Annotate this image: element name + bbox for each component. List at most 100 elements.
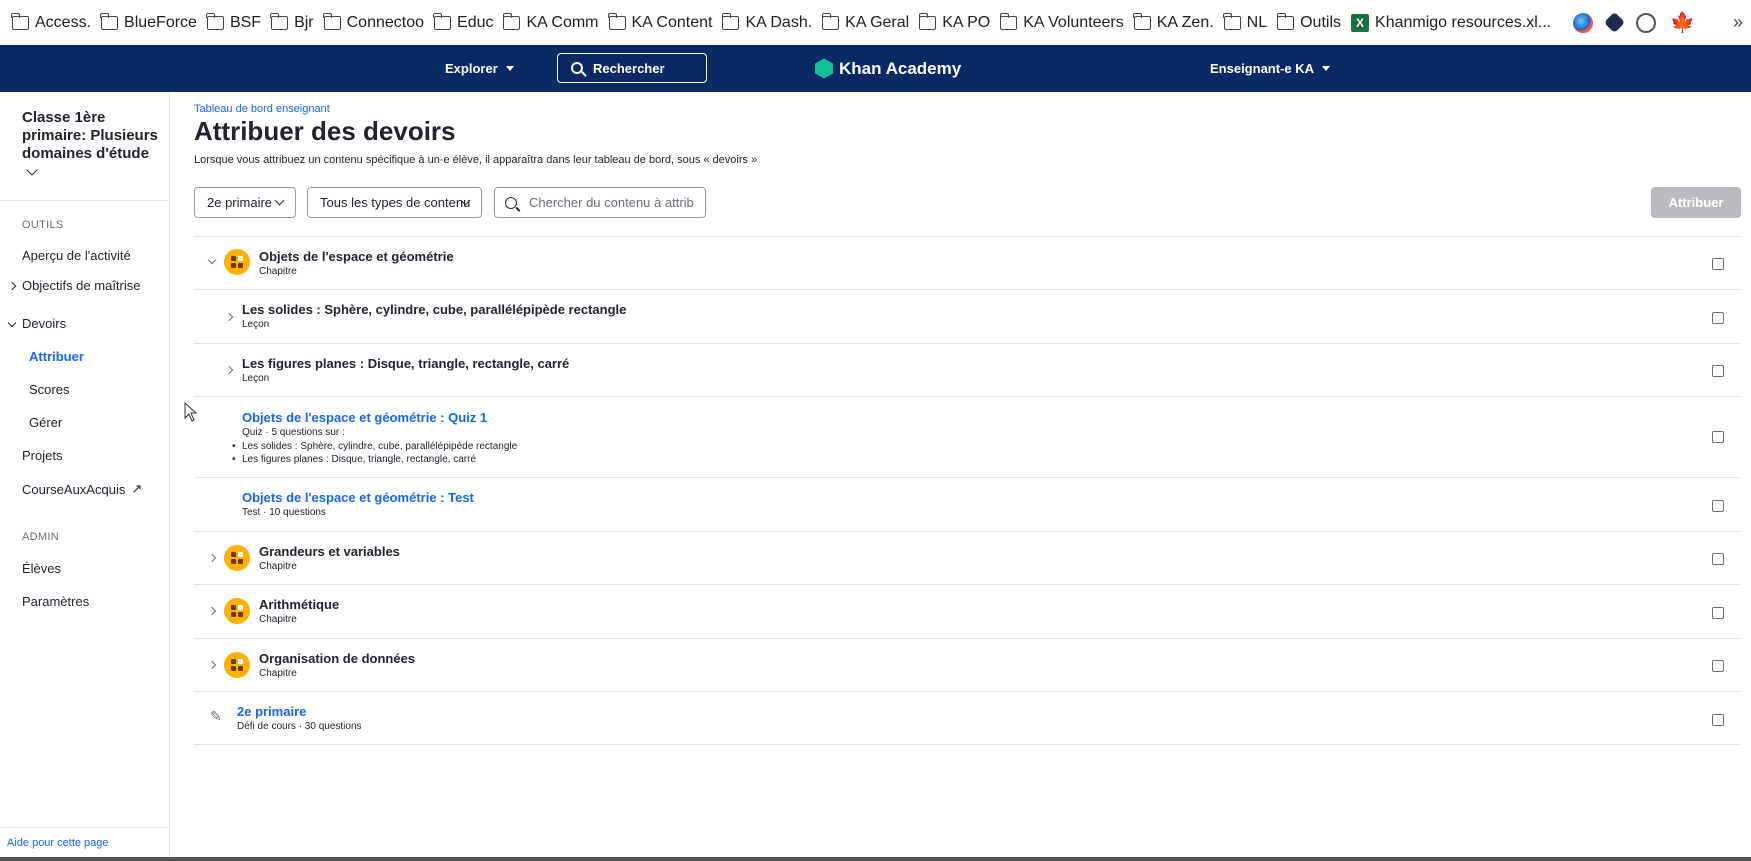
list-item[interactable]: Arithmétique Chapitre: [194, 584, 1741, 638]
quiz-topic: Les solides : Sphère, cylindre, cube, pa…: [232, 440, 517, 453]
content-search-input[interactable]: [529, 195, 699, 210]
row-checkbox[interactable]: [1712, 365, 1724, 377]
row-subtitle: Chapitre: [259, 561, 297, 572]
bookmark-label: BlueForce: [124, 13, 197, 31]
divider: [0, 200, 170, 201]
row-checkbox[interactable]: [1712, 660, 1724, 672]
sidebar-item-settings[interactable]: Paramètres: [22, 594, 89, 609]
nav-search-button[interactable]: Rechercher: [557, 53, 707, 83]
row-title: Grandeurs et variables: [259, 544, 400, 559]
excel-icon: X: [1351, 13, 1370, 32]
bookmark-folder[interactable]: KA Zen.: [1133, 12, 1214, 32]
bookmark-folder[interactable]: Access.: [11, 12, 91, 32]
row-checkbox[interactable]: [1712, 714, 1724, 726]
bookmarks-bar: Access. BlueForce BSF Bjr Connectoo Educ…: [0, 0, 1751, 45]
chapter-icon: [224, 545, 250, 571]
test-link[interactable]: Objets de l'espace et géométrie : Test: [242, 490, 474, 505]
bookmark-folder[interactable]: KA PO: [918, 12, 990, 32]
chevron-right-icon[interactable]: [224, 365, 234, 375]
sidebar-item-assignments[interactable]: Devoirs: [22, 316, 66, 331]
more-bookmarks-icon[interactable]: »: [1733, 12, 1743, 33]
class-selector[interactable]: Classe 1ère primaire: Plusieurs domaines…: [22, 109, 162, 176]
khan-academy-logo[interactable]: Khan Academy: [815, 45, 961, 92]
sidebar-item-assign[interactable]: Attribuer: [29, 349, 84, 364]
bookmark-folder[interactable]: KA Volunteers: [999, 12, 1124, 32]
bookmark-folder[interactable]: Outils: [1276, 12, 1342, 32]
bookmark-folder[interactable]: Bjr: [270, 12, 314, 32]
bookmark-folder[interactable]: NL: [1223, 12, 1268, 32]
list-item[interactable]: Les figures planes : Disque, triangle, r…: [194, 343, 1741, 396]
chevron-right-icon[interactable]: [7, 281, 17, 291]
course-challenge-link[interactable]: 2e primaire: [237, 704, 306, 719]
bookmark-folder[interactable]: KA Dash.: [721, 12, 813, 32]
list-item[interactable]: Objets de l'espace et géométrie : Quiz 1…: [194, 396, 1741, 477]
bookmark-label: Outils: [1300, 13, 1342, 31]
content-type-value: Tous les types de contenu: [320, 195, 471, 210]
row-subtitle: Chapitre: [259, 668, 297, 679]
row-checkbox[interactable]: [1712, 258, 1724, 270]
chevron-right-icon[interactable]: [224, 312, 234, 322]
maple-leaf-icon[interactable]: 🍁: [1670, 13, 1695, 33]
user-menu[interactable]: Enseignant-e KA: [1210, 45, 1331, 92]
sidebar-item-projects[interactable]: Projets: [22, 448, 62, 463]
bookmark-label: NL: [1246, 13, 1268, 31]
globe-icon[interactable]: [1636, 12, 1657, 33]
bookmark-folder[interactable]: BSF: [206, 12, 261, 32]
list-item[interactable]: Grandeurs et variables Chapitre: [194, 531, 1741, 584]
bookmark-folder[interactable]: KA Geral: [821, 12, 909, 32]
row-checkbox[interactable]: [1712, 312, 1724, 324]
chevron-right-icon[interactable]: [207, 660, 217, 670]
bookmark-folder[interactable]: KA Content: [607, 12, 712, 32]
row-checkbox[interactable]: [1712, 431, 1724, 443]
breadcrumb[interactable]: Tableau de bord enseignant: [194, 103, 330, 115]
folder-icon: [607, 12, 626, 30]
assign-button[interactable]: Attribuer: [1651, 187, 1741, 218]
chevron-down-icon[interactable]: [7, 318, 17, 328]
sidebar-item-course-challenge[interactable]: CourseAuxAcquis ↗: [22, 481, 142, 497]
grade-select-value: 2e primaire: [207, 195, 273, 210]
help-link[interactable]: Aide pour cette page: [7, 837, 109, 849]
list-item[interactable]: ✎ 2e primaire Défi de cours · 30 questio…: [194, 691, 1741, 745]
content-search-field[interactable]: [494, 187, 706, 218]
bookmark-label: KA Dash.: [745, 13, 813, 31]
admin-heading: ADMIN: [22, 531, 59, 543]
row-checkbox[interactable]: [1712, 607, 1724, 619]
sidebar-item-scores[interactable]: Scores: [29, 382, 69, 397]
row-title: Les solides : Sphère, cylindre, cube, pa…: [242, 302, 627, 317]
page-subtitle: Lorsque vous attribuez un contenu spécif…: [194, 154, 758, 166]
chevron-down-icon[interactable]: [207, 255, 217, 265]
chevron-right-icon[interactable]: [207, 606, 217, 616]
chevron-right-icon[interactable]: [207, 553, 217, 563]
list-item[interactable]: Objets de l'espace et géométrie : Test T…: [194, 477, 1741, 531]
content-type-select[interactable]: Tous les types de contenu: [307, 187, 482, 218]
row-checkbox[interactable]: [1712, 553, 1724, 565]
row-title: Objets de l'espace et géométrie: [259, 249, 454, 264]
bookmark-folder[interactable]: Educ: [433, 12, 493, 32]
search-icon: [505, 196, 517, 209]
divider: [0, 827, 170, 828]
course-challenge-label: CourseAuxAcquis: [22, 481, 126, 497]
ball-extension-icon[interactable]: [1573, 12, 1594, 33]
diamond-extension-icon[interactable]: [1603, 11, 1626, 34]
sidebar-item-students[interactable]: Élèves: [22, 561, 61, 576]
bookmark-label: Khanmigo resources.xl...: [1375, 13, 1552, 31]
sidebar-item-activity[interactable]: Aperçu de l'activité: [22, 248, 131, 263]
folder-icon: [1276, 12, 1295, 30]
list-item[interactable]: Les solides : Sphère, cylindre, cube, pa…: [194, 289, 1741, 343]
sidebar: Classe 1ère primaire: Plusieurs domaines…: [0, 92, 170, 857]
bookmark-folder[interactable]: KA Comm: [502, 12, 599, 32]
caret-down-icon: [505, 66, 514, 71]
grade-select[interactable]: 2e primaire: [194, 187, 296, 218]
explore-menu[interactable]: Explorer: [445, 45, 514, 92]
list-item[interactable]: Objets de l'espace et géométrie Chapitre: [194, 236, 1741, 289]
quiz-link[interactable]: Objets de l'espace et géométrie : Quiz 1: [242, 410, 487, 425]
sidebar-item-manage[interactable]: Gérer: [29, 415, 62, 430]
bookmark-file[interactable]: X Khanmigo resources.xl...: [1351, 13, 1552, 32]
bookmark-folder[interactable]: Connectoo: [323, 12, 424, 32]
chapter-icon: [224, 249, 250, 275]
bookmark-folder[interactable]: BlueForce: [100, 12, 197, 32]
list-item[interactable]: Organisation de données Chapitre: [194, 638, 1741, 691]
row-checkbox[interactable]: [1712, 500, 1724, 512]
top-nav: Explorer Rechercher Khan Academy Enseign…: [0, 45, 1751, 92]
sidebar-item-mastery[interactable]: Objectifs de maîtrise: [22, 278, 141, 293]
